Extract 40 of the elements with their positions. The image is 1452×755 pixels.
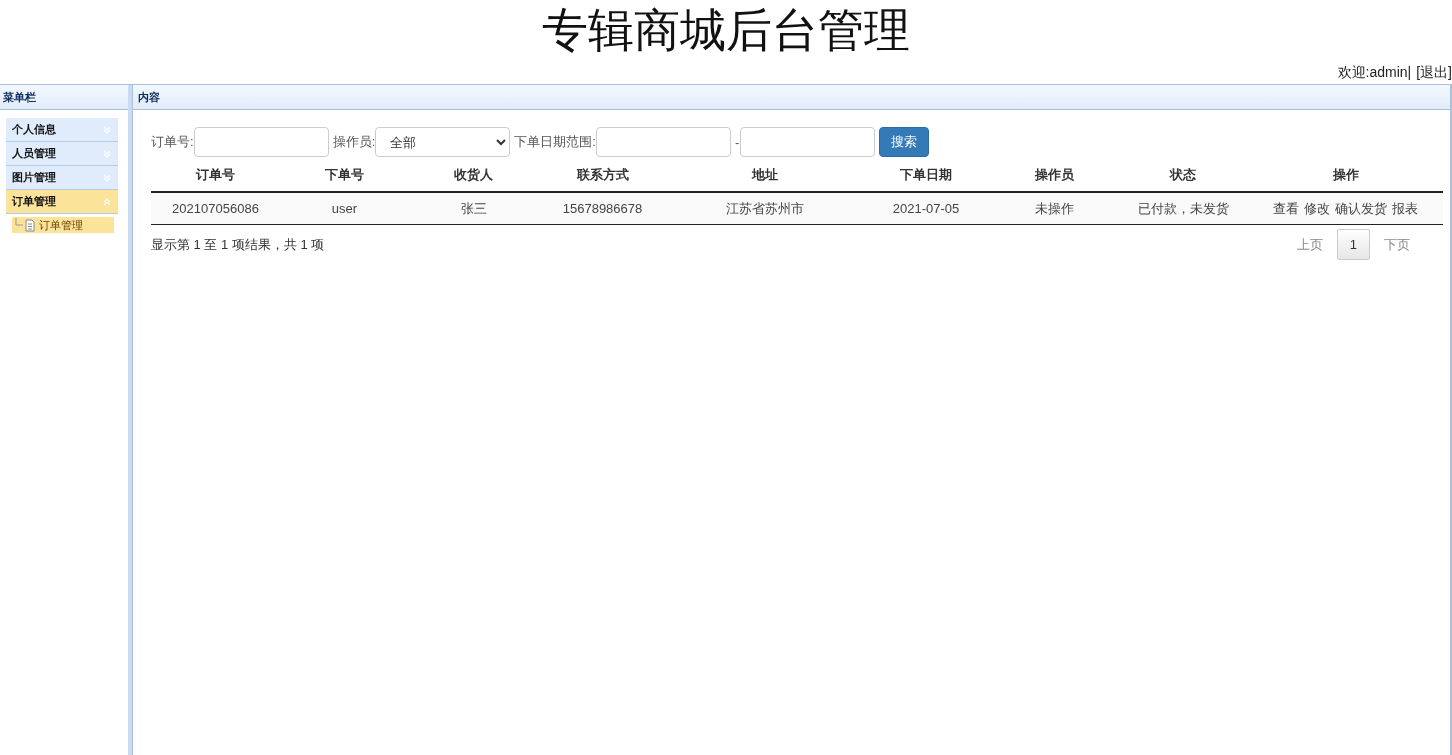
page-button[interactable]: 1 [1336, 229, 1370, 260]
field-label: 下单日期范围: [514, 133, 596, 151]
table-cell: 张三 [409, 193, 538, 225]
table-cell: 未操作 [990, 193, 1118, 225]
start-date-field[interactable] [595, 127, 731, 157]
previous-page-link[interactable]: 上页 [1282, 235, 1337, 254]
end-date-field[interactable] [740, 127, 876, 157]
field-label: 订单号: [151, 133, 194, 151]
chevron-icon [102, 172, 112, 183]
table-cell: 江苏省苏州市 [667, 193, 862, 225]
table-cell: user [280, 193, 409, 225]
document-icon [15, 218, 37, 232]
field-label: 操作员: [332, 133, 376, 151]
range-separator: - [734, 134, 740, 150]
action-link[interactable]: 报表 [1392, 199, 1418, 218]
table-cell: 15678986678 [538, 193, 667, 225]
menu-group[interactable]: 订单管理 [6, 190, 118, 214]
table-cell: 已付款，未发货 [1118, 193, 1248, 225]
order-number-field[interactable] [193, 127, 329, 157]
result-summary: 显示第 1 至 1 项结果，共 1 项 [151, 235, 325, 254]
search-button[interactable]: 搜索 [879, 127, 930, 157]
page-title: 专辑商城后台管理 [542, 3, 910, 58]
menu-group[interactable]: 图片管理 [6, 166, 118, 190]
operator-select[interactable]: 全部 [375, 127, 511, 157]
action-link[interactable]: 查看 [1273, 199, 1299, 218]
action-link[interactable]: 确认发货 [1335, 199, 1387, 218]
action-link[interactable]: 修改 [1304, 199, 1330, 218]
menu-group[interactable]: 人员管理 [6, 142, 118, 166]
menu-group[interactable]: 个人信息 [6, 118, 118, 142]
menu-item[interactable]: 订单管理 [12, 217, 114, 233]
chevron-icon [102, 148, 112, 159]
sidebar-title: 菜单栏 [0, 85, 128, 110]
panel-title: 内容 [133, 85, 1450, 110]
table-cell: 2021-07-05 [862, 193, 990, 225]
table-cell: 202107056086 [151, 193, 280, 225]
chevron-icon [102, 124, 112, 135]
welcome-text: 欢迎:admin| [1337, 64, 1412, 82]
chevron-icon [102, 196, 112, 207]
next-page-link[interactable]: 下页 [1370, 235, 1424, 254]
logout-link[interactable]: [退出] [1416, 64, 1452, 82]
